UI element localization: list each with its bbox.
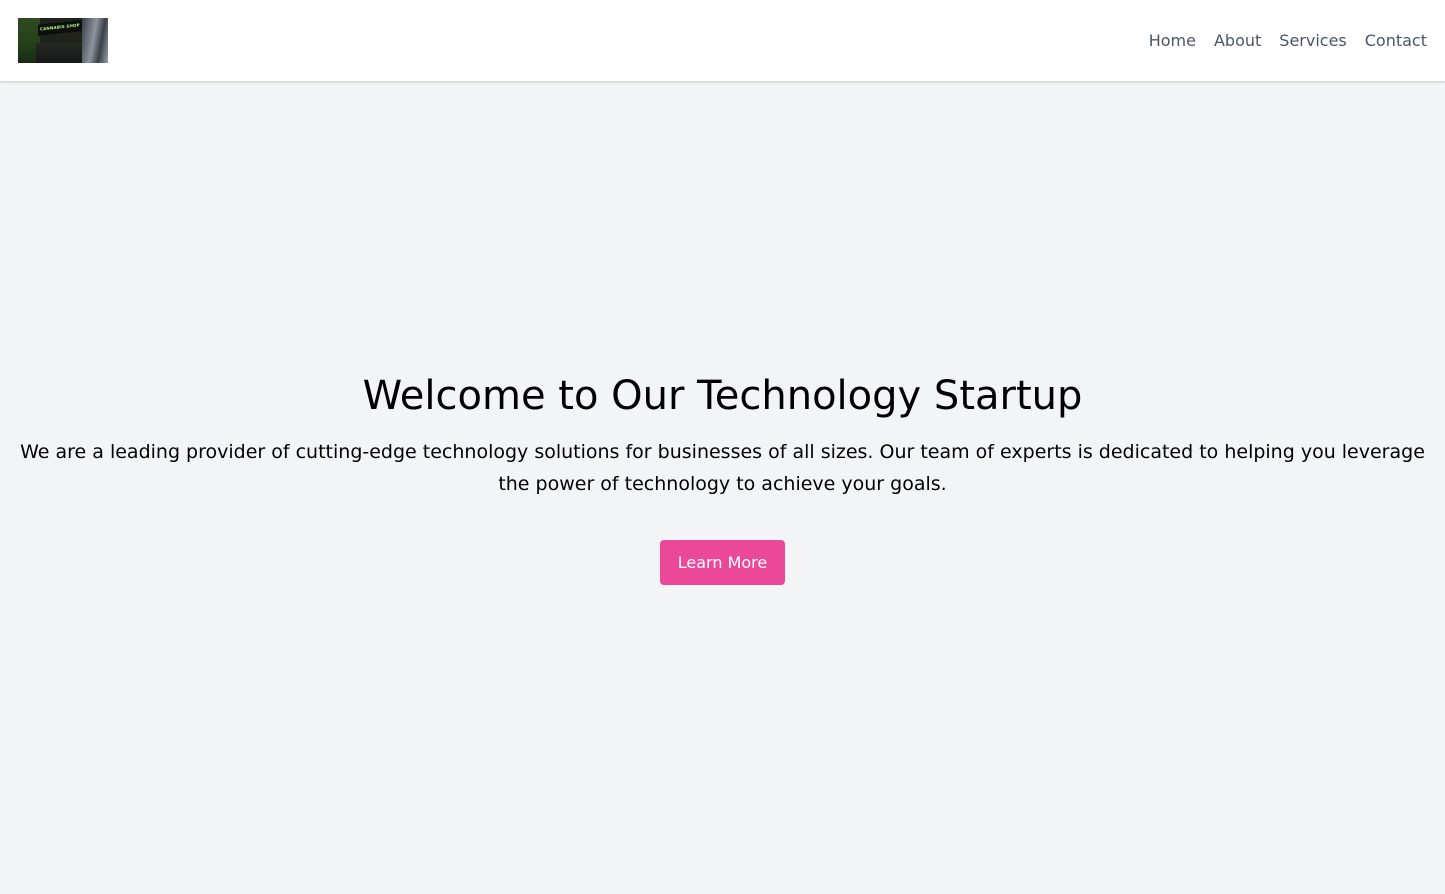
logo-image-floor [36, 43, 84, 63]
nav-link-home[interactable]: Home [1149, 31, 1196, 50]
learn-more-button[interactable]: Learn More [659, 540, 786, 585]
nav-link-contact[interactable]: Contact [1365, 31, 1427, 50]
hero-section: Welcome to Our Technology Startup We are… [0, 81, 1445, 894]
nav-link-services[interactable]: Services [1279, 31, 1346, 50]
nav-link-about[interactable]: About [1214, 31, 1261, 50]
logo[interactable]: CANNABIS SHOP [18, 18, 108, 63]
logo-sign-text: CANNABIS SHOP [40, 22, 80, 32]
hero-description: We are a leading provider of cutting-edg… [20, 441, 1425, 495]
site-header: CANNABIS SHOP Home About Services Contac… [0, 0, 1445, 81]
hero-title: Welcome to Our Technology Startup [362, 373, 1083, 419]
main-nav: Home About Services Contact [1149, 31, 1427, 50]
logo-image-right [82, 18, 108, 63]
